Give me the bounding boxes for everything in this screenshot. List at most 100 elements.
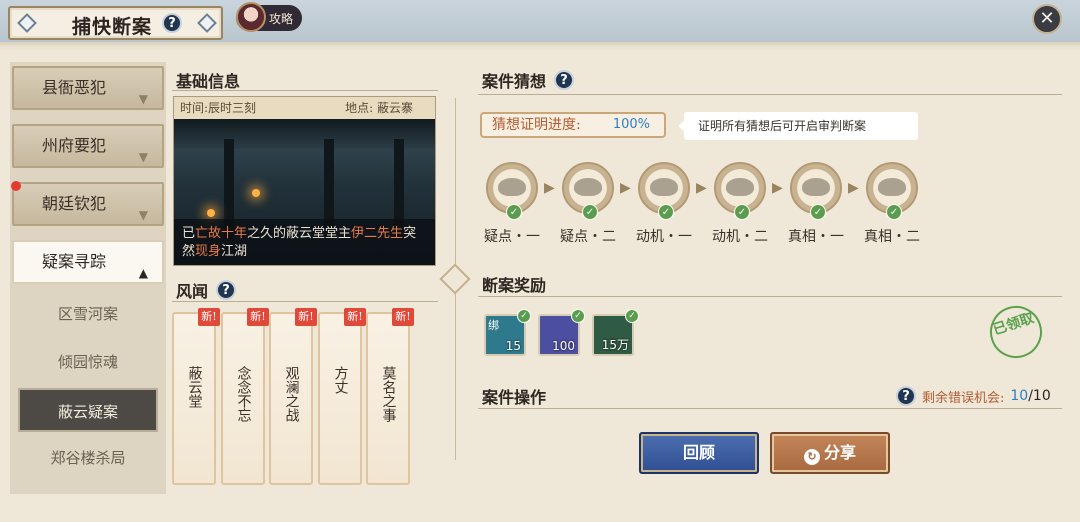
sidebar-item-label: 朝廷钦犯 <box>42 194 107 213</box>
rumor-card[interactable]: 蔽云堂 新! <box>172 308 220 485</box>
help-icon[interactable]: ? <box>216 280 237 300</box>
rumor-card[interactable]: 方丈 新! <box>318 308 366 485</box>
clue-label: 动机・二 <box>712 229 768 245</box>
arrow-right-icon: ▶ <box>772 180 783 196</box>
mistakes-total: /10 <box>1028 388 1051 404</box>
close-button[interactable]: ✕ <box>1032 4 1062 34</box>
new-badge: 新! <box>295 308 317 326</box>
clue-illustration <box>650 178 678 196</box>
section-title-guess: 案件猜想 ? <box>482 68 575 92</box>
new-badge: 新! <box>392 308 414 326</box>
progress-label: 猜想证明进度: <box>492 117 581 133</box>
arrow-right-icon: ▶ <box>620 180 631 196</box>
case-info-card: 时间:辰时三刻 地点: 蔽云寨 已亡故十年之久的蔽云堂堂主伊二先生突然现身江湖 <box>173 96 436 266</box>
sidebar-item-county[interactable]: 县衙恶犯 ▼ <box>12 66 164 110</box>
review-button[interactable]: 回顾 <box>639 432 759 474</box>
reward-item[interactable]: 15万 ✓ <box>592 309 639 356</box>
clue-illustration <box>878 178 906 196</box>
chevron-down-icon: ▼ <box>138 92 148 106</box>
title-plate: 捕快断案 ? <box>8 6 223 40</box>
subitem-case-3[interactable]: 蔽云疑案 <box>18 388 158 432</box>
subitem-case-4[interactable]: 郑谷楼杀局 <box>18 436 158 480</box>
check-icon: ✓ <box>658 204 674 220</box>
check-icon: ✓ <box>506 204 522 220</box>
scene-image: 已亡故十年之久的蔽云堂堂主伊二先生突然现身江湖 <box>174 119 435 265</box>
guide-label: 攻略 <box>269 12 294 26</box>
sidebar-item-prefecture[interactable]: 州府要犯 ▼ <box>12 124 164 168</box>
reward-item[interactable]: 绑 15 ✓ <box>484 309 531 356</box>
section-title-rumors: 风闻 ? <box>176 278 237 302</box>
sidebar-item-mystery[interactable]: 疑案寻踪 ▲ <box>12 240 164 284</box>
ornament-icon <box>197 13 217 33</box>
clue-label: 真相・一 <box>788 229 844 245</box>
rumor-card[interactable]: 观澜之战 新! <box>269 308 317 485</box>
clue-node[interactable]: ✓ <box>486 162 538 220</box>
proof-progress: 猜想证明进度: 100% <box>480 112 666 138</box>
review-button-label: 回顾 <box>682 443 715 462</box>
lantern-icon <box>252 189 260 197</box>
check-icon: ✓ <box>886 204 902 220</box>
mistakes-info: ? 剩余错误机会: 10/10 <box>896 386 1051 406</box>
lantern-icon <box>207 209 215 217</box>
new-badge: 新! <box>247 308 269 326</box>
help-icon[interactable]: ? <box>896 386 916 406</box>
clue-node[interactable]: ✓ <box>866 162 918 220</box>
help-icon[interactable]: ? <box>554 70 575 90</box>
new-badge: 新! <box>344 308 366 326</box>
clue-illustration <box>802 178 830 196</box>
section-title-basic-info: 基础信息 <box>176 72 241 91</box>
rumor-label: 蔽云堂 <box>186 366 203 408</box>
sidebar-item-label: 疑案寻踪 <box>42 252 107 271</box>
divider <box>478 408 1062 409</box>
clue-node[interactable]: ✓ <box>562 162 614 220</box>
mistakes-label: 剩余错误机会: <box>922 390 1005 406</box>
share-icon: ↻ <box>803 449 820 465</box>
reward-count: 15万 <box>601 338 629 352</box>
arrow-right-icon: ▶ <box>544 180 555 196</box>
clue-illustration <box>498 178 526 196</box>
chevron-up-icon: ▲ <box>138 266 148 280</box>
arrow-right-icon: ▶ <box>696 180 707 196</box>
chevron-down-icon: ▼ <box>138 150 148 164</box>
clue-node[interactable]: ✓ <box>638 162 690 220</box>
scene-caption: 已亡故十年之久的蔽云堂堂主伊二先生突然现身江湖 <box>174 219 435 265</box>
chevron-down-icon: ▼ <box>138 208 148 222</box>
clue-label: 疑点・二 <box>560 229 616 245</box>
subitem-case-2[interactable]: 倾园惊魂 <box>18 340 158 384</box>
page-title: 捕快断案 <box>72 16 153 38</box>
info-bar: 时间:辰时三刻 地点: 蔽云寨 <box>174 97 435 119</box>
reward-count: 15 <box>505 339 521 353</box>
check-icon: ✓ <box>571 309 585 323</box>
subitem-case-1[interactable]: 区雪河案 <box>18 292 158 336</box>
progress-value: 100% <box>612 117 650 132</box>
clue-node[interactable]: ✓ <box>790 162 842 220</box>
sidebar-item-label: 县衙恶犯 <box>42 78 107 97</box>
new-badge: 新! <box>198 308 220 326</box>
avatar <box>236 2 266 32</box>
notification-dot <box>11 181 21 191</box>
rumor-card[interactable]: 念念不忘 新! <box>221 308 269 485</box>
guide-button[interactable]: 攻略 <box>236 2 302 32</box>
ornament-icon <box>17 13 37 33</box>
rumor-label: 念念不忘 <box>235 366 252 422</box>
sidebar-item-imperial[interactable]: 朝廷钦犯 ▼ <box>12 182 164 226</box>
reward-item[interactable]: 100 ✓ <box>538 309 585 356</box>
check-icon: ✓ <box>582 204 598 220</box>
rumor-card[interactable]: 莫名之事 新! <box>366 308 414 485</box>
bound-tag: 绑 <box>488 319 499 332</box>
clue-node[interactable]: ✓ <box>714 162 766 220</box>
time-label: 时间:辰时三刻 <box>180 101 257 115</box>
check-icon: ✓ <box>734 204 750 220</box>
arrow-right-icon: ▶ <box>848 180 859 196</box>
reward-count: 100 <box>552 339 575 353</box>
clue-label: 真相・二 <box>864 229 920 245</box>
share-button[interactable]: ↻ 分享 <box>770 432 890 474</box>
close-icon: ✕ <box>1039 8 1055 29</box>
help-icon[interactable]: ? <box>162 13 182 33</box>
mistakes-left: 10 <box>1010 388 1029 404</box>
share-button-label: 分享 <box>823 443 856 462</box>
check-icon: ✓ <box>625 309 639 323</box>
rumor-label: 莫名之事 <box>380 366 397 422</box>
check-icon: ✓ <box>517 309 531 323</box>
section-title-operations: 案件操作 <box>482 388 547 407</box>
